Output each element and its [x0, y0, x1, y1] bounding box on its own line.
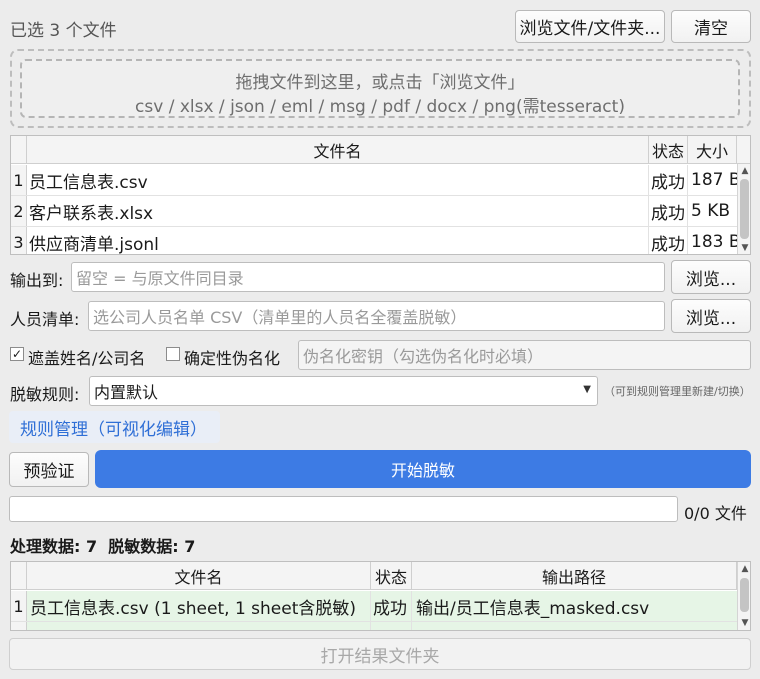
file-table-header-filler — [737, 136, 750, 164]
start-mask-label: 开始脱敏 — [390, 461, 455, 480]
file-row-status: 成功 — [649, 165, 688, 195]
result-table[interactable]: 文件名 状态 输出路径 1 员工信息表.csv (1 sheet, 1 shee… — [10, 561, 751, 631]
roster-input[interactable]: 选公司人员名单 CSV（清单里的人员名全覆盖脱敏） — [88, 301, 665, 331]
rules-manage-button[interactable]: 规则管理（可视化编辑） — [9, 411, 220, 443]
roster-label: 人员清单: — [10, 310, 80, 329]
precheck-button[interactable]: 预验证 — [9, 452, 89, 487]
result-row-name[interactable]: 客户联系表.xlsx (1 sheet, 1 sheet含脱敏) — [27, 622, 371, 630]
result-table-corner — [11, 562, 27, 590]
file-table-header-status[interactable]: 状态 — [649, 136, 688, 164]
result-table-scrollbar[interactable]: ▲ ▼ — [737, 562, 750, 630]
drop-zone-line2: csv / xlsx / json / eml / msg / pdf / do… — [135, 97, 625, 117]
output-dir-input[interactable]: 留空 = 与原文件同目录 — [71, 262, 665, 292]
pseudonym-checkbox[interactable] — [166, 347, 180, 361]
start-mask-button[interactable]: 开始脱敏 — [95, 450, 751, 488]
progress-text: 0/0 文件 — [684, 504, 747, 523]
file-row-name[interactable]: 员工信息表.csv — [29, 165, 649, 195]
scroll-thumb[interactable] — [740, 578, 749, 612]
stats-text: 处理数据: 7 脱敏数据: 7 — [10, 537, 196, 556]
pseudonym-label[interactable]: 确定性伪名化 — [184, 345, 280, 369]
file-row-name[interactable]: 客户联系表.xlsx — [29, 196, 649, 226]
rules-hint: （可到规则管理里新建/切换） — [604, 385, 751, 398]
output-label: 输出到: — [10, 271, 64, 290]
scroll-down-icon[interactable]: ▼ — [738, 616, 750, 630]
file-row-index: 1 — [11, 165, 27, 195]
file-table[interactable]: 文件名 状态 大小 1 员工信息表.csv 成功 187 B 2 客户联系表.x… — [10, 135, 751, 255]
pseudonym-key-input[interactable]: 伪名化密钥（勾选伪名化时必填） — [298, 340, 751, 370]
file-table-scrollbar[interactable]: ▲ ▼ — [737, 164, 750, 254]
progress-bar — [9, 496, 678, 522]
result-row-path[interactable]: 输出/客户联系表_masked.xlsx — [412, 622, 737, 630]
file-row-index: 2 — [11, 196, 27, 226]
drop-zone[interactable]: 拖拽文件到这里，或点击「浏览文件」 csv / xlsx / json / em… — [20, 59, 740, 118]
result-table-header-path[interactable]: 输出路径 — [412, 562, 737, 590]
scroll-down-icon[interactable]: ▼ — [738, 241, 750, 254]
mask-names-label[interactable]: 遮盖姓名/公司名 — [28, 345, 145, 369]
file-row-status: 成功 — [649, 196, 688, 226]
output-browse-button[interactable]: 浏览... — [671, 260, 751, 294]
file-table-corner — [11, 136, 27, 164]
result-row-index: 2 — [11, 622, 27, 630]
file-row-size: 183 B — [691, 232, 737, 252]
result-row-name[interactable]: 员工信息表.csv (1 sheet, 1 sheet含脱敏) — [27, 591, 371, 621]
result-row-status: 成功 — [371, 591, 412, 621]
drop-zone-line1: 拖拽文件到这里，或点击「浏览文件」 — [235, 73, 525, 93]
file-table-header-name[interactable]: 文件名 — [27, 136, 649, 164]
rules-label: 脱敏规则: — [10, 385, 80, 404]
open-result-folder-button[interactable]: 打开结果文件夹 — [9, 638, 751, 670]
rules-select-value: 内置默认 — [94, 383, 159, 402]
rules-select[interactable]: 内置默认 ▼ — [89, 376, 598, 406]
result-table-header-status[interactable]: 状态 — [371, 562, 412, 590]
result-table-header-name[interactable]: 文件名 — [27, 562, 371, 590]
scroll-up-icon[interactable]: ▲ — [738, 164, 750, 178]
scroll-up-icon[interactable]: ▲ — [738, 562, 750, 576]
file-table-header-size[interactable]: 大小 — [688, 136, 737, 164]
rules-manage-label: 规则管理（可视化编辑） — [20, 419, 207, 440]
file-row-size: 187 B — [691, 170, 737, 190]
file-row-index: 3 — [11, 227, 27, 254]
roster-browse-button[interactable]: 浏览... — [671, 299, 751, 333]
mask-names-checkbox[interactable]: ✓ — [10, 347, 24, 361]
file-row-size: 5 KB — [691, 201, 731, 221]
browse-files-button[interactable]: 浏览文件/文件夹... — [515, 10, 665, 43]
file-row-status: 成功 — [649, 227, 688, 254]
result-row-index: 1 — [11, 591, 27, 621]
scroll-thumb[interactable] — [740, 179, 749, 239]
file-row-name[interactable]: 供应商清单.jsonl — [29, 227, 649, 254]
chevron-down-icon: ▼ — [583, 384, 591, 395]
result-row-status: 成功 — [371, 622, 412, 630]
selected-count: 已选 3 个文件 — [10, 21, 117, 41]
result-row-path[interactable]: 输出/员工信息表_masked.csv — [412, 591, 737, 621]
clear-button[interactable]: 清空 — [671, 10, 751, 43]
